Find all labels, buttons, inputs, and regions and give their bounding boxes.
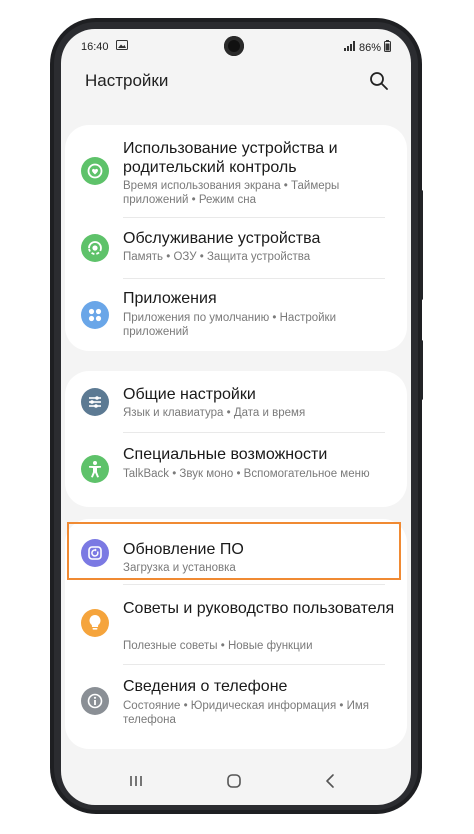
settings-item-digital-wellbeing[interactable]: Использование устройства и родительский … [65, 125, 407, 217]
settings-item-general[interactable]: Общие настройки Язык и клавиатура • Дата… [65, 371, 407, 431]
status-time: 16:40 [81, 41, 109, 53]
tips-icon [81, 609, 109, 637]
search-button[interactable] [365, 67, 393, 95]
apps-icon [81, 301, 109, 329]
search-icon [370, 72, 388, 90]
settings-item-apps[interactable]: Приложения Приложения по умолчанию • Нас… [65, 279, 407, 351]
recent-apps-icon [130, 776, 142, 786]
battery-percent: 86% [358, 41, 381, 54]
settings-item-subtitle: Состояние • Юридическая информация • Имя… [123, 700, 369, 726]
gallery-notification-icon [116, 40, 128, 53]
settings-item-subtitle: TalkBack • Звук моно • Вспомогательное м… [123, 468, 370, 480]
settings-item-about-phone[interactable]: Сведения о телефоне Состояние • Юридичес… [65, 665, 407, 749]
settings-item-tips[interactable]: Советы и руководство пользователя Полезн… [65, 585, 407, 663]
front-camera [224, 36, 244, 56]
signal-icon [343, 41, 356, 54]
recent-apps-button[interactable] [121, 767, 151, 795]
settings-group-2: Общие настройки Язык и клавиатура • Дата… [65, 371, 407, 507]
accessibility-icon [81, 455, 109, 483]
status-indicators: 86% [343, 40, 391, 55]
settings-item-device-care[interactable]: Обслуживание устройства Память • ОЗУ • З… [65, 218, 407, 278]
about-phone-icon [81, 687, 109, 715]
back-button[interactable] [315, 767, 345, 795]
home-button[interactable] [219, 767, 249, 795]
page-title: Настройки [85, 71, 169, 90]
settings-item-subtitle: Время использования экрана • Таймеры при… [123, 180, 340, 206]
status-bar: 16:40 86% [61, 29, 411, 65]
settings-item-title: Обслуживание устройства [123, 230, 321, 247]
settings-item-title: Советы и руководство пользователя [123, 600, 395, 617]
home-icon [227, 774, 241, 788]
settings-group-1: Использование устройства и родительский … [65, 125, 407, 351]
settings-item-title: Общие настройки [123, 386, 256, 403]
settings-item-title: Специальные возможности [123, 446, 328, 463]
navigation-bar [61, 757, 411, 805]
battery-icon [384, 40, 391, 55]
screen: 16:40 86% Настройки Использование устрой… [61, 29, 411, 805]
settings-item-title: Приложения [123, 290, 217, 307]
volume-button [420, 190, 423, 300]
highlight-box [67, 522, 401, 580]
device-care-icon [81, 234, 109, 262]
settings-item-subtitle: Память • ОЗУ • Защита устройства [123, 251, 311, 263]
settings-item-accessibility[interactable]: Специальные возможности TalkBack • Звук … [65, 433, 407, 507]
settings-item-title: Сведения о телефоне [123, 678, 288, 695]
sliders-icon [81, 388, 109, 416]
settings-item-subtitle: Язык и клавиатура • Дата и время [123, 407, 306, 419]
settings-item-title: Использование устройства и родительский … [123, 140, 338, 176]
settings-item-subtitle: Полезные советы • Новые функции [123, 640, 313, 652]
back-icon [326, 774, 334, 788]
digital-wellbeing-icon [81, 157, 109, 185]
settings-item-subtitle: Приложения по умолчанию • Настройки прил… [123, 312, 337, 338]
power-button [420, 340, 423, 400]
